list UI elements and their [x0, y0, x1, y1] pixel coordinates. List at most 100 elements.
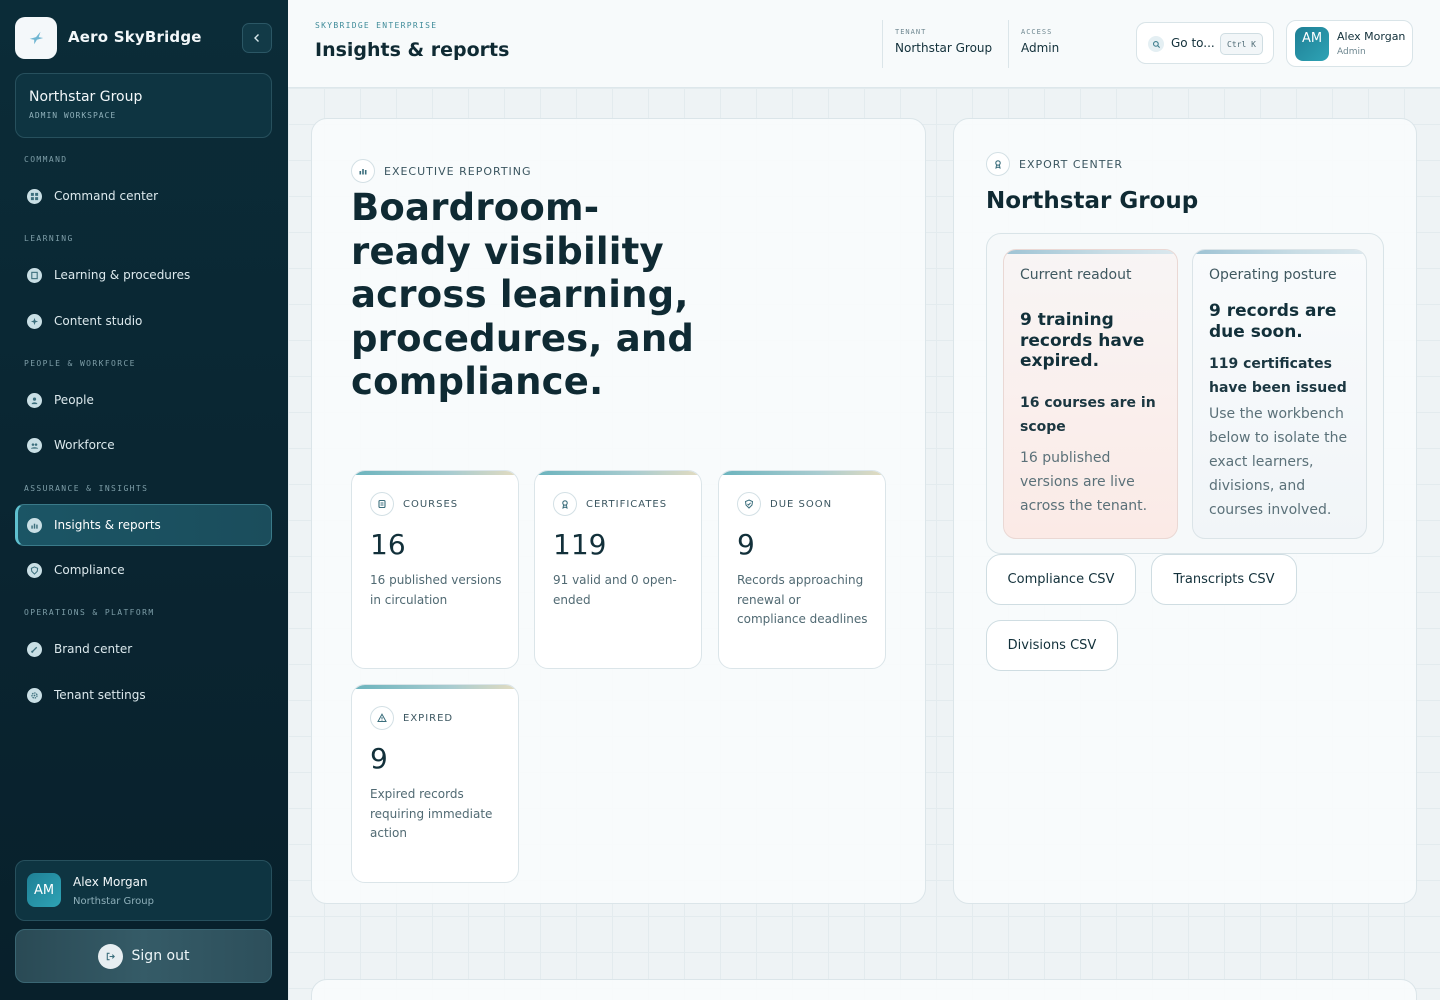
sparkle-icon — [27, 313, 42, 329]
document-icon — [370, 492, 394, 516]
tenant-label: TENANT — [895, 28, 927, 36]
header-user-menu[interactable]: AM Alex Morgan Admin — [1286, 20, 1413, 67]
readout-description: Use the workbench below to isolate the e… — [1209, 406, 1348, 518]
stat-label: COURSES — [403, 498, 459, 510]
readout-headline: 9 records are due soon. — [1209, 301, 1337, 342]
workbench-panel — [311, 979, 1417, 1000]
sidebar-item-insights-reports[interactable]: Insights & reports — [15, 504, 272, 546]
warning-icon — [370, 706, 394, 730]
workspace-switcher[interactable]: Northstar Group ADMIN WORKSPACE — [15, 73, 272, 138]
sidebar-item-label: Learning & procedures — [54, 268, 191, 282]
sign-out-button[interactable]: Sign out — [15, 929, 272, 983]
stat-description: Records approaching renewal or complianc… — [737, 573, 868, 626]
sign-out-label: Sign out — [131, 948, 190, 964]
stat-card-certificates[interactable]: CERTIFICATES 119 91 valid and 0 open-end… — [534, 470, 702, 669]
stat-label: CERTIFICATES — [586, 498, 668, 510]
brand-name: Aero SkyBridge — [68, 28, 202, 46]
readout-container: Current readout 9 training records have … — [986, 233, 1384, 554]
user-name: Alex Morgan — [73, 875, 148, 889]
tenant-meta: TENANT Northstar Group — [882, 20, 1008, 68]
award-icon — [986, 152, 1010, 176]
access-meta: ACCESS Admin — [1008, 20, 1108, 68]
sidebar-item-content-studio[interactable]: Content studio — [15, 300, 272, 342]
stat-description: 16 published versions in circulation — [370, 573, 502, 607]
stat-value: 9 — [737, 528, 755, 561]
header-eyebrow: SKYBRIDGE ENTERPRISE — [315, 21, 438, 30]
executive-eyebrow-label: EXECUTIVE REPORTING — [384, 164, 532, 178]
sidebar-item-workforce[interactable]: Workforce — [15, 424, 272, 466]
page-title: Insights & reports — [315, 39, 510, 61]
shield-icon — [27, 562, 42, 578]
stat-value: 16 — [370, 528, 406, 561]
brand-logo[interactable] — [15, 17, 57, 59]
stat-card-expired[interactable]: EXPIRED 9 Expired records requiring imme… — [351, 684, 519, 883]
sidebar-item-tenant-settings[interactable]: Tenant settings — [15, 674, 272, 716]
header-user-name: Alex Morgan — [1337, 30, 1406, 43]
sidebar-item-learning-procedures[interactable]: Learning & procedures — [15, 254, 272, 296]
brush-icon — [27, 641, 42, 657]
workspace-name: Northstar Group — [29, 89, 143, 105]
bar-chart-icon — [27, 517, 42, 533]
goto-label: Go to... — [1171, 36, 1215, 50]
team-icon — [27, 437, 42, 453]
operating-posture-card: Operating posture 9 records are due soon… — [1192, 249, 1367, 539]
readout-highlight: 119 certificates have been issued — [1209, 356, 1347, 396]
executive-reporting-panel: EXECUTIVE REPORTING Boardroom-ready visi… — [311, 118, 926, 904]
avatar: AM — [1295, 27, 1329, 61]
stat-card-due-soon[interactable]: DUE SOON 9 Records approaching renewal o… — [718, 470, 886, 669]
nav-section-assurance: ASSURANCE & INSIGHTS — [24, 484, 149, 493]
hero-headline: Boardroom-ready visibility across learni… — [351, 186, 695, 404]
transcripts-csv-button[interactable]: Transcripts CSV — [1151, 554, 1297, 605]
export-title: Northstar Group — [986, 188, 1199, 214]
export-center-panel: EXPORT CENTER Northstar Group Current re… — [953, 118, 1417, 904]
nav-section-command: COMMAND — [24, 155, 68, 164]
readout-label: Operating posture — [1209, 267, 1337, 283]
stat-card-courses[interactable]: COURSES 16 16 published versions in circ… — [351, 470, 519, 669]
stat-description: 91 valid and 0 open-ended — [553, 573, 677, 607]
sidebar-item-label: People — [54, 393, 94, 407]
sidebar-item-label: Command center — [54, 189, 159, 203]
person-icon — [27, 392, 42, 408]
current-readout-card: Current readout 9 training records have … — [1003, 249, 1178, 539]
user-org: Northstar Group — [73, 896, 154, 907]
sidebar-item-label: Compliance — [54, 563, 125, 577]
sidebar-item-label: Content studio — [54, 314, 143, 328]
sidebar-item-compliance[interactable]: Compliance — [15, 549, 272, 591]
brand: Aero SkyBridge — [15, 17, 272, 59]
sidebar-item-command-center[interactable]: Command center — [15, 175, 272, 217]
export-eyebrow-label: EXPORT CENTER — [1019, 157, 1124, 171]
sidebar: Aero SkyBridge Northstar Group ADMIN WOR… — [0, 0, 288, 1000]
readout-highlight: 16 courses are in scope — [1020, 395, 1156, 435]
sidebar-user-card[interactable]: AM Alex Morgan Northstar Group — [15, 860, 272, 921]
workspace-subtitle: ADMIN WORKSPACE — [29, 111, 117, 120]
avatar: AM — [27, 873, 61, 907]
sidebar-item-label: Tenant settings — [54, 688, 146, 702]
bar-chart-icon — [351, 159, 375, 183]
nav-section-operations: OPERATIONS & PLATFORM — [24, 608, 155, 617]
search-icon — [1148, 36, 1164, 52]
gear-icon — [27, 687, 42, 703]
header-user-role: Admin — [1337, 47, 1366, 57]
top-header: SKYBRIDGE ENTERPRISE Insights & reports … — [288, 0, 1440, 88]
sidebar-item-label: Workforce — [54, 438, 115, 452]
executive-eyebrow: EXECUTIVE REPORTING — [351, 159, 532, 183]
readout-description: 16 published versions are live across th… — [1020, 450, 1148, 514]
stat-value: 9 — [370, 742, 388, 775]
command-palette-button[interactable]: Go to... Ctrl K — [1136, 22, 1274, 64]
bird-icon — [29, 31, 44, 45]
access-label: ACCESS — [1021, 28, 1053, 36]
compliance-csv-button[interactable]: Compliance CSV — [986, 554, 1136, 605]
award-icon — [553, 492, 577, 516]
sidebar-item-people[interactable]: People — [15, 379, 272, 421]
sidebar-item-label: Insights & reports — [54, 518, 161, 532]
tenant-value: Northstar Group — [895, 41, 993, 55]
sidebar-item-brand-center[interactable]: Brand center — [15, 628, 272, 670]
keyboard-shortcut: Ctrl K — [1220, 33, 1263, 55]
sidebar-item-label: Brand center — [54, 642, 133, 656]
logout-icon — [97, 943, 123, 969]
grid-icon — [27, 188, 42, 204]
book-icon — [27, 267, 42, 283]
collapse-sidebar-button[interactable] — [242, 23, 272, 53]
readout-label: Current readout — [1020, 267, 1132, 283]
divisions-csv-button[interactable]: Divisions CSV — [986, 620, 1118, 671]
